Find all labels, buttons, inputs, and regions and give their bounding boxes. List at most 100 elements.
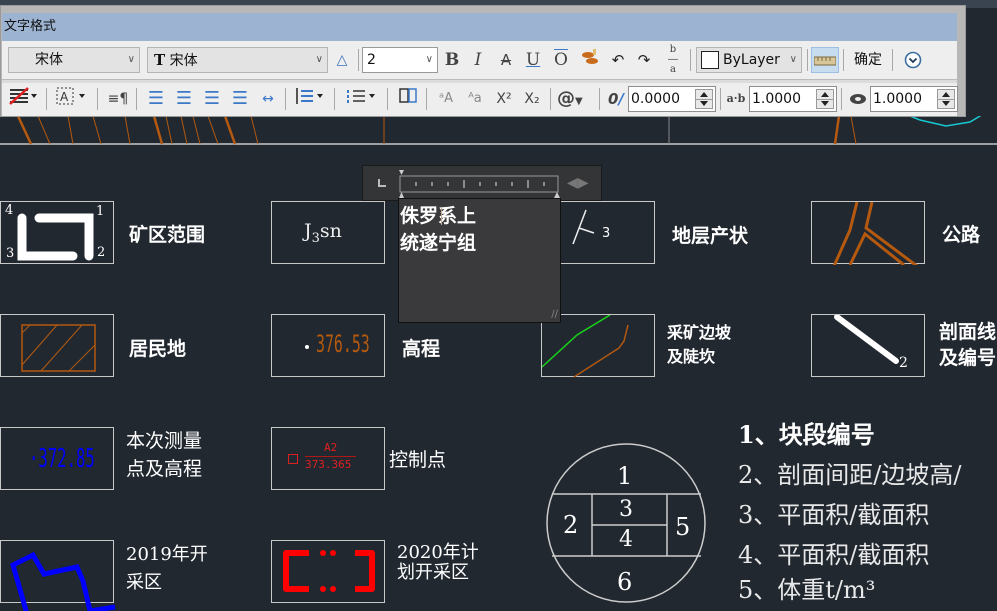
- legend-planned-2020-symbol[interactable]: [271, 540, 385, 603]
- align-center-button[interactable]: ☰: [173, 86, 195, 112]
- diagram-cell-6: 6: [617, 568, 633, 596]
- legend-section-line-symbol[interactable]: 2: [811, 314, 925, 377]
- mtext-line: 统遂宁组: [400, 232, 477, 254]
- diagram-cell-4: 4: [619, 527, 633, 552]
- note-item: 5、体重t/m³: [738, 576, 876, 604]
- justify-button[interactable]: ☰: [229, 86, 251, 112]
- align-center-icon: ☰: [175, 88, 193, 109]
- width-factor-spinner[interactable]: 1.0000: [870, 86, 958, 112]
- numbered-list-icon: [347, 90, 375, 103]
- color-select[interactable]: ByLayer ∨: [696, 47, 802, 73]
- align-right-button[interactable]: ☰: [201, 86, 223, 112]
- paragraph-button[interactable]: ≡¶: [106, 86, 130, 112]
- note-item: 1、块段编号: [738, 420, 875, 449]
- legend-residential-symbol[interactable]: [0, 314, 114, 377]
- legend-control-point-symbol[interactable]: A2 373.365: [271, 427, 385, 490]
- mtext-ruler[interactable]: ◀▶: [362, 165, 602, 201]
- paintbrush-icon: [582, 49, 598, 64]
- legend-label-control-point: 控制点: [389, 449, 447, 471]
- text-height-value: 2: [367, 52, 376, 68]
- mtext-content[interactable]: 侏罗系上 统遂宁组: [400, 203, 476, 257]
- legend-slope-symbol[interactable]: [541, 314, 655, 378]
- legend-survey-point-symbol[interactable]: ·372.85: [0, 427, 114, 490]
- control-point-square-icon: [288, 454, 298, 464]
- tracking-spinner[interactable]: 1.0000: [749, 86, 837, 112]
- style-select[interactable]: 宋体 ∨: [8, 47, 140, 73]
- superscript-button[interactable]: X²: [493, 86, 515, 112]
- color-select-value: ByLayer: [723, 52, 780, 68]
- redo-button[interactable]: ↷: [634, 47, 654, 73]
- first-line-indent-handle: [399, 170, 404, 175]
- font-select[interactable]: T 宋体 ∨: [147, 47, 328, 73]
- justify-icon: ☰: [231, 88, 249, 109]
- separator: [841, 88, 842, 110]
- separator: [843, 49, 844, 71]
- overline-button[interactable]: O: [551, 47, 571, 73]
- stack-icon: b ― a: [668, 44, 678, 75]
- separator: [550, 88, 551, 110]
- resize-arrows-icon[interactable]: ◀▶: [567, 175, 589, 191]
- uppercase-button[interactable]: ᵃA: [434, 86, 458, 112]
- symbol-button[interactable]: @▼: [557, 86, 593, 112]
- match-text-formatting-button[interactable]: [580, 47, 602, 73]
- align-left-button[interactable]: ☰: [145, 86, 167, 112]
- toolbar-title[interactable]: 文字格式: [2, 13, 957, 41]
- block-diagram-notes: 1、块段编号 2、剖面间距/边坡高/ 3、平面积/截面积 4、平面积/截面积 5…: [738, 415, 961, 605]
- legend-mining-area-symbol[interactable]: 4 1 3 2: [0, 201, 114, 264]
- legend-mined-2019-symbol[interactable]: [0, 540, 116, 611]
- text-height-select[interactable]: 2 ∨: [362, 47, 438, 73]
- align-right-icon: ☰: [203, 88, 221, 109]
- legend-elevation-symbol[interactable]: 376.53: [271, 314, 385, 377]
- numbering-button[interactable]: [344, 86, 380, 112]
- stack-button[interactable]: b ― a: [664, 45, 682, 75]
- undo-button[interactable]: ↶: [608, 47, 628, 73]
- tab-type-icon[interactable]: [378, 179, 386, 187]
- bold-button[interactable]: B: [442, 47, 462, 73]
- insert-field-button[interactable]: [396, 86, 420, 112]
- width-factor-icon: [847, 86, 869, 112]
- ruler-toggle-button[interactable]: [811, 47, 839, 73]
- underline-button[interactable]: U: [523, 47, 543, 73]
- style-select-value: 宋体: [35, 52, 63, 68]
- legend-label-planned-2020: 2020年计 划开采区: [397, 542, 479, 583]
- slope-lines-icon: [541, 314, 629, 378]
- control-point-elevation: 373.365: [305, 458, 352, 471]
- legend-road-symbol[interactable]: [811, 201, 925, 268]
- paragraph-icon: ≡¶: [107, 91, 129, 107]
- corner-label: 2: [97, 245, 106, 260]
- separator: [285, 88, 286, 110]
- italic-button[interactable]: I: [468, 47, 488, 73]
- diagram-cell-2: 2: [563, 511, 579, 539]
- separator: [690, 49, 691, 71]
- road-icon: [832, 201, 918, 268]
- oblique-angle-spinner[interactable]: 0.0000: [628, 86, 716, 112]
- mined-area-2019-icon: [10, 551, 116, 611]
- distribute-button[interactable]: ↔: [257, 86, 279, 112]
- redo-icon: ↷: [637, 51, 651, 69]
- line-spacing-icon: [296, 88, 323, 104]
- strikethrough-button[interactable]: A: [496, 47, 516, 73]
- planned-area-2020-icon: [283, 550, 375, 592]
- mtext-editor[interactable]: 侏罗系上 统遂宁组 ∕∕: [398, 198, 561, 323]
- lowercase-button[interactable]: ᴬa: [463, 86, 487, 112]
- diagram-cell-3: 3: [619, 497, 633, 522]
- text-cursor: [441, 207, 442, 225]
- separator: [720, 88, 721, 110]
- survey-elevation-value: ·372.85: [29, 444, 95, 474]
- options-button[interactable]: [902, 47, 924, 73]
- lowercase-icon: ᴬa: [468, 91, 482, 106]
- resize-grip-icon[interactable]: ∕∕: [551, 309, 558, 320]
- ruler-scale[interactable]: [399, 170, 561, 198]
- uppercase-icon: ᵃA: [439, 91, 453, 106]
- justification-button[interactable]: A: [54, 86, 90, 112]
- distribute-icon: ↔: [262, 91, 274, 107]
- background-mask-button[interactable]: [6, 86, 40, 112]
- subscript-button[interactable]: X₂: [521, 86, 543, 112]
- legend-stratum-code-symbol[interactable]: J3sn: [271, 201, 385, 264]
- chevron-down-icon: ∨: [127, 54, 135, 65]
- cad-drawing-canvas[interactable]: 文字格式 宋体 ∨ T 宋体 ∨ △ 2 ∨ B I A U O ↶ ↷ b ―…: [0, 0, 997, 611]
- ok-button[interactable]: 确定: [850, 47, 886, 73]
- separator: [807, 49, 808, 71]
- annotative-icon[interactable]: △: [333, 47, 351, 73]
- line-spacing-button[interactable]: [292, 86, 328, 112]
